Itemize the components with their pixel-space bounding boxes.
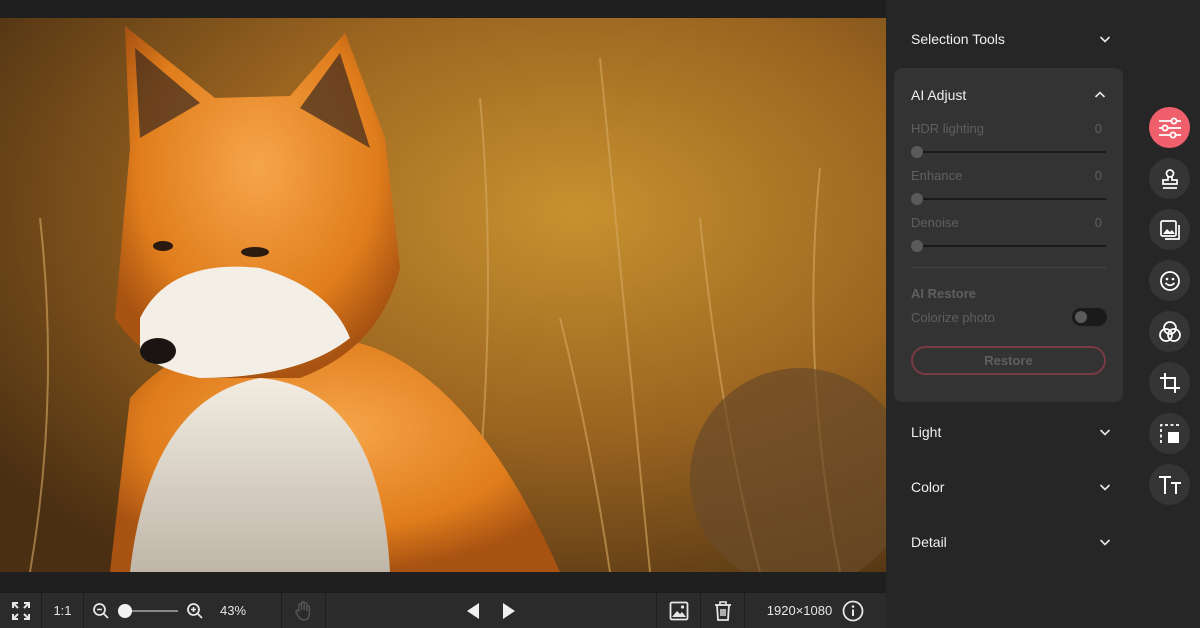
photo-canvas[interactable]: [0, 18, 886, 572]
trash-icon: [714, 600, 731, 621]
colorize-photo-toggle[interactable]: [1072, 308, 1107, 326]
section-color[interactable]: Color: [886, 460, 1136, 514]
chevron-down-icon: [1099, 429, 1111, 436]
slider-label: Enhance: [911, 168, 963, 183]
adjust-sliders-icon: [1158, 117, 1181, 138]
crop-icon: [1159, 372, 1180, 393]
bottom-toolbar: 1:1 43% 1920×1080: [0, 592, 886, 628]
image-navigation: [326, 592, 657, 628]
tool-rail: [1136, 0, 1200, 628]
slider-track[interactable]: [911, 151, 1106, 153]
rail-selection-button[interactable]: [1149, 413, 1190, 454]
previous-image-icon[interactable]: [465, 602, 481, 620]
info-icon[interactable]: [842, 600, 864, 622]
colorize-photo-label: Colorize photo: [911, 310, 995, 325]
dimensions-label: 1920×1080: [766, 603, 833, 618]
slider-thumb[interactable]: [911, 146, 923, 158]
hand-icon: [294, 600, 310, 621]
section-title: AI Adjust: [911, 87, 967, 103]
zoom-slider[interactable]: [118, 603, 178, 618]
restore-button[interactable]: Restore: [911, 346, 1106, 375]
slider-thumb[interactable]: [911, 240, 923, 252]
section-light[interactable]: Light: [886, 405, 1136, 459]
slider-track[interactable]: [911, 198, 1106, 200]
adjustments-panel: Selection Tools AI Adjust HDR lighting 0…: [886, 0, 1136, 628]
chevron-up-icon: [1094, 91, 1106, 98]
next-image-icon[interactable]: [501, 602, 517, 620]
actual-size-label: 1:1: [53, 603, 72, 618]
selection-icon: [1159, 423, 1179, 443]
slider-value: 0: [1094, 215, 1102, 230]
chevron-down-icon: [1099, 36, 1111, 43]
color-circles-icon: [1158, 320, 1181, 342]
slider-thumb[interactable]: [911, 193, 923, 205]
slider-label: Denoise: [911, 215, 959, 230]
section-ai-adjust[interactable]: AI Adjust: [894, 68, 1123, 122]
open-image-button[interactable]: [657, 592, 701, 628]
toggle-knob: [1075, 311, 1087, 323]
zoom-in-icon[interactable]: [186, 602, 204, 620]
image-dimensions: 1920×1080: [745, 593, 886, 628]
rail-color-button[interactable]: [1149, 311, 1190, 352]
fit-to-screen-button[interactable]: [0, 592, 42, 628]
slider-denoise[interactable]: Denoise 0: [911, 215, 1106, 259]
divider: [911, 267, 1106, 268]
rail-image-button[interactable]: [1149, 209, 1190, 250]
slider-label: HDR lighting: [911, 121, 984, 136]
zoom-out-icon[interactable]: [92, 602, 110, 620]
slider-enhance[interactable]: Enhance 0: [911, 168, 1106, 212]
section-detail[interactable]: Detail: [886, 515, 1136, 569]
ai-restore-title: AI Restore: [911, 286, 977, 301]
slider-value: 0: [1094, 168, 1102, 183]
section-title: Light: [911, 424, 942, 440]
section-title: Detail: [911, 534, 947, 550]
image-layers-icon: [1159, 219, 1180, 240]
delete-button[interactable]: [701, 592, 745, 628]
zoom-percent: 43%: [220, 603, 247, 618]
fox-photo: [0, 18, 886, 572]
section-title: Selection Tools: [911, 31, 1005, 47]
chevron-down-icon: [1099, 484, 1111, 491]
canvas-top-strip: [0, 0, 886, 18]
slider-hdr-lighting[interactable]: HDR lighting 0: [911, 121, 1106, 165]
actual-size-button[interactable]: 1:1: [42, 592, 84, 628]
stamp-icon: [1161, 168, 1178, 189]
zoom-slider-thumb[interactable]: [118, 603, 132, 618]
pan-tool-button[interactable]: [282, 592, 326, 628]
rail-stamp-button[interactable]: [1149, 158, 1190, 199]
smiley-icon: [1159, 270, 1180, 291]
section-selection-tools[interactable]: Selection Tools: [886, 12, 1136, 66]
text-icon: [1158, 475, 1181, 494]
slider-value: 0: [1094, 121, 1102, 136]
rail-face-button[interactable]: [1149, 260, 1190, 301]
image-icon: [669, 601, 688, 620]
rail-crop-button[interactable]: [1149, 362, 1190, 403]
expand-icon: [11, 601, 30, 620]
rail-adjust-button[interactable]: [1149, 107, 1190, 148]
ai-adjust-section: AI Adjust HDR lighting 0 Enhance 0 Denoi…: [894, 68, 1123, 402]
section-title: Color: [911, 479, 945, 495]
chevron-down-icon: [1099, 539, 1111, 546]
zoom-controls: 43%: [84, 592, 282, 628]
canvas-bottom-strip: [0, 572, 886, 592]
photo-editor-app: 1:1 43% 1920×1080 Selection Tools AI Adj…: [0, 0, 1200, 628]
rail-text-button[interactable]: [1149, 464, 1190, 505]
slider-track[interactable]: [911, 245, 1106, 247]
